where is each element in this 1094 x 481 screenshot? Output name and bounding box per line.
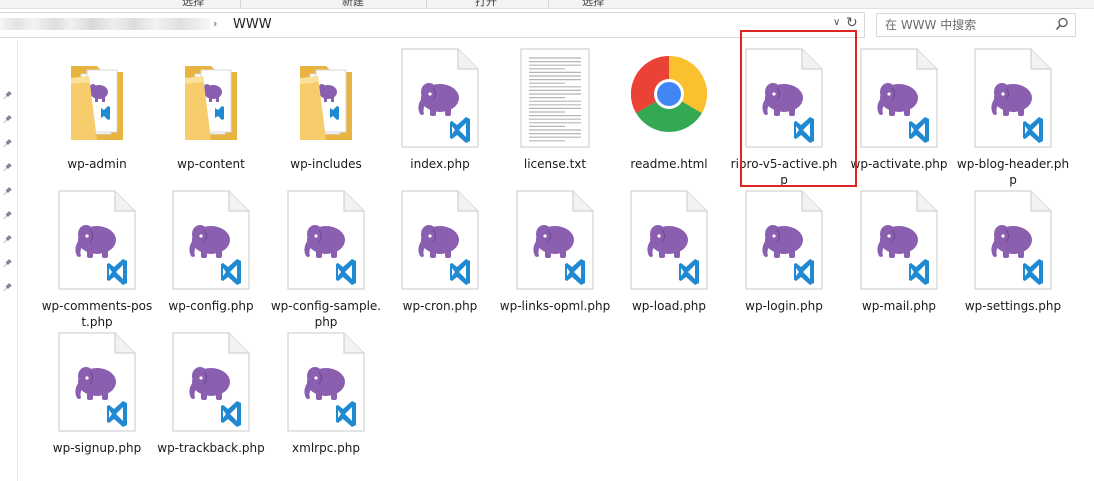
- ribbon-divider: [426, 0, 427, 8]
- php-file-icon: [859, 48, 939, 148]
- pin-icon[interactable]: [3, 282, 13, 292]
- history-dropdown-icon[interactable]: ∨: [833, 17, 840, 28]
- folder-icon: [171, 48, 251, 148]
- file-name-label: wp-comments-post.php: [41, 299, 153, 329]
- file-name-label: wp-blog-header.php: [956, 157, 1070, 187]
- file-name-label: ripro-v5-active.php: [730, 157, 838, 187]
- file-name-label: wp-config.php: [168, 299, 254, 313]
- text-file-icon: [515, 48, 595, 148]
- file-name-label: wp-login.php: [745, 299, 823, 313]
- php-file-icon: [286, 190, 366, 290]
- file-name-label: wp-load.php: [631, 299, 707, 313]
- ribbon-tab[interactable]: 打开: [475, 0, 497, 9]
- file-name-label: wp-content: [177, 157, 245, 171]
- php-file-icon: [171, 190, 251, 290]
- file-item-wp-links-opml-php[interactable]: wp-links-opml.php: [498, 186, 612, 326]
- file-name-label: wp-activate.php: [850, 157, 948, 171]
- file-name-label: wp-settings.php: [964, 299, 1062, 313]
- file-name-label: wp-config-sample.php: [270, 299, 382, 329]
- file-name-label: xmlrpc.php: [292, 441, 360, 455]
- blurred-path: [0, 18, 210, 30]
- address-bar[interactable]: › WWW ∨ ↻: [0, 12, 865, 38]
- file-item-wp-cron-php[interactable]: wp-cron.php: [383, 186, 497, 326]
- php-file-icon: [57, 190, 137, 290]
- pin-icon[interactable]: [3, 234, 13, 244]
- php-file-icon: [400, 190, 480, 290]
- file-name-label: wp-trackback.php: [157, 441, 265, 455]
- pin-icon[interactable]: [3, 210, 13, 220]
- chrome-icon: [631, 56, 707, 132]
- file-name-label: wp-mail.php: [861, 299, 937, 313]
- php-file-icon: [286, 332, 366, 432]
- php-file-icon: [171, 332, 251, 432]
- file-name-label: wp-signup.php: [52, 441, 142, 455]
- file-item-xmlrpc-php[interactable]: xmlrpc.php: [269, 328, 383, 468]
- php-file-icon: [400, 48, 480, 148]
- ribbon-divider: [548, 0, 549, 8]
- file-name-label: wp-cron.php: [402, 299, 478, 313]
- file-item-wp-load-php[interactable]: wp-load.php: [612, 186, 726, 326]
- ribbon-bar: 选择 新建 打开 选择: [0, 0, 1094, 9]
- file-item-wp-signup-php[interactable]: wp-signup.php: [40, 328, 154, 468]
- file-item-license-txt[interactable]: license.txt: [498, 44, 612, 184]
- file-item-wp-includes[interactable]: wp-includes: [269, 44, 383, 184]
- file-item-wp-admin[interactable]: wp-admin: [40, 44, 154, 184]
- file-item-wp-config-sample-php[interactable]: wp-config-sample.php: [269, 186, 383, 329]
- file-item-wp-activate-php[interactable]: wp-activate.php: [842, 44, 956, 184]
- file-item-wp-comments-post-php[interactable]: wp-comments-post.php: [40, 186, 154, 329]
- search-input[interactable]: [885, 18, 1045, 32]
- ribbon-tab[interactable]: 选择: [582, 0, 604, 9]
- file-item-wp-config-php[interactable]: wp-config.php: [154, 186, 268, 326]
- file-name-label: readme.html: [630, 157, 708, 171]
- pin-icon[interactable]: [3, 90, 13, 100]
- breadcrumb-current-folder[interactable]: WWW: [233, 17, 272, 32]
- file-name-label: wp-admin: [67, 157, 127, 171]
- pin-icon[interactable]: [3, 186, 13, 196]
- folder-icon: [57, 48, 137, 148]
- file-item-wp-settings-php[interactable]: wp-settings.php: [956, 186, 1070, 326]
- php-file-icon: [629, 190, 709, 290]
- folder-icon: [286, 48, 366, 148]
- file-item-readme-html[interactable]: readme.html: [612, 44, 726, 184]
- breadcrumb-chevron-icon[interactable]: ›: [213, 17, 217, 30]
- pin-icon[interactable]: [3, 162, 13, 172]
- ribbon-divider: [240, 0, 241, 8]
- navigation-pane[interactable]: [0, 40, 18, 481]
- php-file-icon: [744, 190, 824, 290]
- pin-icon[interactable]: [3, 258, 13, 268]
- file-item-index-php[interactable]: index.php: [383, 44, 497, 184]
- file-name-label: license.txt: [523, 157, 587, 171]
- file-item-wp-content[interactable]: wp-content: [154, 44, 268, 184]
- search-box[interactable]: [876, 13, 1076, 37]
- file-name-label: index.php: [410, 157, 470, 171]
- pin-icon[interactable]: [3, 138, 13, 148]
- ribbon-tab[interactable]: 选择: [182, 0, 204, 9]
- pin-icon[interactable]: [3, 114, 13, 124]
- php-file-icon: [859, 190, 939, 290]
- file-item-wp-login-php[interactable]: wp-login.php: [727, 186, 841, 326]
- php-file-icon: [973, 190, 1053, 290]
- chrome-icon: [629, 48, 709, 148]
- file-item-ripro-v5-active-php[interactable]: ripro-v5-active.php: [727, 44, 841, 187]
- file-item-wp-blog-header-php[interactable]: wp-blog-header.php: [956, 44, 1070, 187]
- ribbon-tab[interactable]: 新建: [342, 0, 364, 9]
- file-name-label: wp-links-opml.php: [499, 299, 611, 313]
- php-file-icon: [515, 190, 595, 290]
- php-file-icon: [57, 332, 137, 432]
- search-icon[interactable]: [1055, 17, 1069, 31]
- file-item-wp-trackback-php[interactable]: wp-trackback.php: [154, 328, 268, 468]
- php-file-icon: [744, 48, 824, 148]
- php-file-icon: [973, 48, 1053, 148]
- refresh-icon[interactable]: ↻: [846, 15, 858, 31]
- file-name-label: wp-includes: [290, 157, 362, 171]
- file-item-wp-mail-php[interactable]: wp-mail.php: [842, 186, 956, 326]
